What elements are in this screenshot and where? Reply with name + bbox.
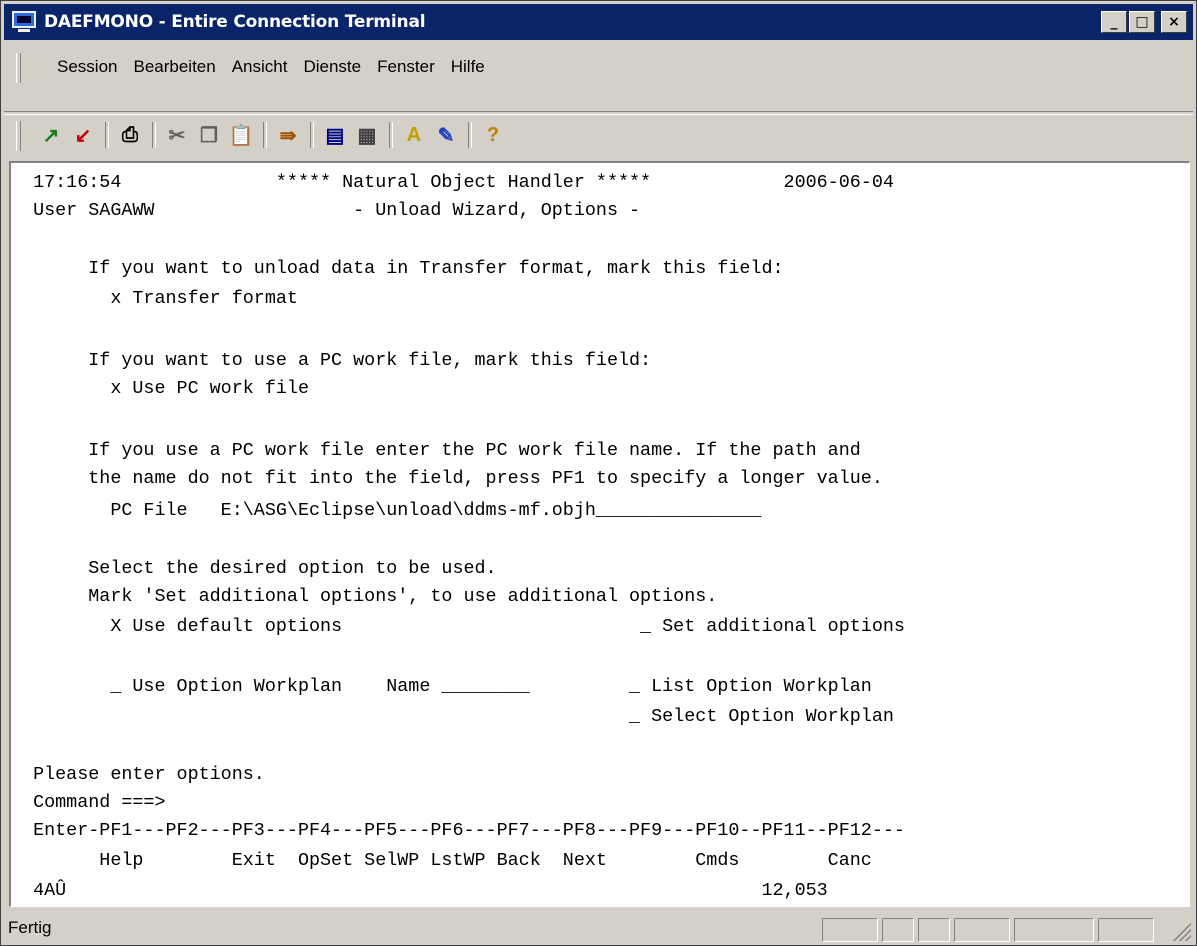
menu-bearbeiten[interactable]: Bearbeiten <box>133 57 215 77</box>
terminal-line: _ Use Option Workplan Name ________ _ Li… <box>11 676 872 697</box>
terminal-line: Command ===> <box>11 792 166 813</box>
help-icon[interactable]: ? <box>479 121 507 149</box>
print-icon[interactable]: ⎙ <box>116 121 144 149</box>
maximize-button[interactable]: □ <box>1129 11 1155 33</box>
status-panel <box>1014 918 1094 942</box>
terminal-line: 4AÛ 12,053 <box>11 880 828 901</box>
toolbar-grip[interactable] <box>16 121 21 151</box>
status-text: Fertig <box>8 918 52 937</box>
toolbar-separator <box>152 122 156 148</box>
terminal-line: If you want to unload data in Transfer f… <box>11 258 784 279</box>
font-icon[interactable]: A <box>400 121 428 149</box>
terminal-line: the name do not fit into the field, pres… <box>11 468 883 489</box>
terminal-line: PC File E:\ASG\Eclipse\unload\ddms-mf.ob… <box>11 500 762 521</box>
terminal-line: Enter-PF1---PF2---PF3---PF4---PF5---PF6-… <box>11 820 905 841</box>
menu-fenster[interactable]: Fenster <box>377 57 435 77</box>
screen-icon[interactable]: ▤ <box>321 121 349 149</box>
status-panel <box>1098 918 1154 942</box>
toolbar-separator <box>263 122 267 148</box>
terminal-app-icon[interactable] <box>12 11 38 33</box>
terminal-line: If you use a PC work file enter the PC w… <box>11 440 861 461</box>
paste-icon[interactable]: 📋 <box>227 121 255 149</box>
menu-hilfe[interactable]: Hilfe <box>451 57 485 77</box>
terminal-line: Please enter options. <box>11 764 265 785</box>
title-bar[interactable]: DAEFMONO - Entire Connection Terminal _ … <box>4 4 1193 40</box>
menu-bar: Session Bearbeiten Ansicht Dienste Fenst… <box>4 45 1193 111</box>
terminal-line: Help Exit OpSet SelWP LstWP Back Next Cm… <box>11 850 872 871</box>
toolbar: ↗ ↙ ⎙ ✂ ❐ 📋 ⇛ ▤ ▦ A ✎? <box>4 115 1193 155</box>
terminal-screen[interactable]: 17:16:54 ***** Natural Object Handler **… <box>9 161 1190 907</box>
connect-icon[interactable]: ↗ <box>37 121 65 149</box>
minimize-button[interactable]: _ <box>1101 11 1127 33</box>
toolbar-separator <box>389 122 393 148</box>
status-panel <box>918 918 950 942</box>
status-panel <box>954 918 1010 942</box>
terminal-line: _ Select Option Workplan <box>11 706 894 727</box>
window-title: DAEFMONO - Entire Connection Terminal <box>44 12 426 32</box>
terminal-line: User SAGAWW - Unload Wizard, Options - <box>11 200 641 221</box>
terminal-line: Mark 'Set additional options', to use ad… <box>11 586 718 607</box>
terminal-line: x Use PC work file <box>11 378 309 399</box>
terminal-line: Select the desired option to be used. <box>11 558 497 579</box>
terminal-line: If you want to use a PC work file, mark … <box>11 350 652 371</box>
status-bar: Fertig <box>4 913 1193 943</box>
terminal-line: 17:16:54 ***** Natural Object Handler **… <box>11 172 894 193</box>
terminal-line: x Transfer format <box>11 288 298 309</box>
toolbar-separator <box>310 122 314 148</box>
window-controls: _ □ × <box>1101 11 1187 33</box>
menubar-grip[interactable] <box>16 53 21 83</box>
close-button[interactable]: × <box>1161 11 1187 33</box>
transfer-icon[interactable]: ⇛ <box>274 121 302 149</box>
resize-grip[interactable] <box>1171 921 1191 941</box>
menu-ansicht[interactable]: Ansicht <box>232 57 288 77</box>
terminal-window: DAEFMONO - Entire Connection Terminal _ … <box>0 0 1197 946</box>
status-panel <box>822 918 878 942</box>
disconnect-icon[interactable]: ↙ <box>69 121 97 149</box>
menu-session[interactable]: Session <box>57 57 117 77</box>
toolbar-separator <box>105 122 109 148</box>
copy-icon[interactable]: ❐ <box>195 121 223 149</box>
status-panel <box>882 918 914 942</box>
toolbar-separator <box>468 122 472 148</box>
cut-icon[interactable]: ✂ <box>163 121 191 149</box>
menu-dienste[interactable]: Dienste <box>303 57 361 77</box>
color-icon[interactable]: ✎ <box>432 121 460 149</box>
record-icon[interactable]: ▦ <box>353 121 381 149</box>
terminal-line: X Use default options _ Set additional o… <box>11 616 905 637</box>
